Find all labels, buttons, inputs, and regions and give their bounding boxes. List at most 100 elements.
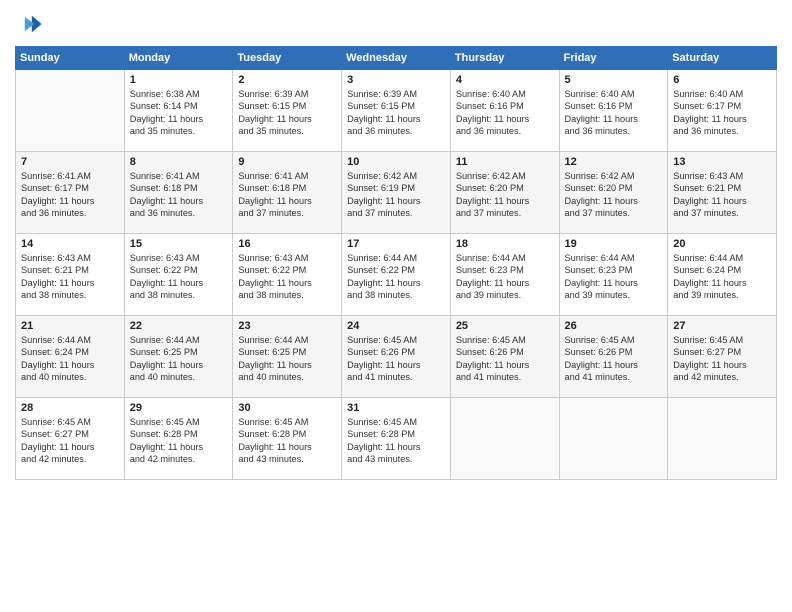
day-info: Sunrise: 6:43 AMSunset: 6:21 PMDaylight:… — [673, 170, 771, 220]
day-info: Sunrise: 6:41 AMSunset: 6:18 PMDaylight:… — [130, 170, 228, 220]
day-number: 8 — [130, 156, 228, 168]
calendar-cell: 3 Sunrise: 6:39 AMSunset: 6:15 PMDaylight… — [342, 70, 451, 152]
calendar-cell: 20 Sunrise: 6:44 AMSunset: 6:24 PMDayligh… — [668, 234, 777, 316]
day-number: 4 — [456, 74, 554, 86]
day-info: Sunrise: 6:43 AMSunset: 6:22 PMDaylight:… — [238, 252, 336, 302]
calendar-cell: 12Sunrise: 6:42 AMSunset: 6:20 PMDayligh… — [559, 152, 668, 234]
calendar-cell: 23 Sunrise: 6:44 AMSunset: 6:25 PMDayligh… — [233, 316, 342, 398]
day-info: Sunrise: 6:45 AMSunset: 6:27 PMDaylight:… — [21, 416, 119, 466]
day-number: 16 — [238, 238, 336, 250]
day-info: Sunrise: 6:44 AMSunset: 6:23 PMDaylight:… — [565, 252, 663, 302]
calendar-week-row: 7 Sunrise: 6:41 AMSunset: 6:17 PMDaylight… — [16, 152, 777, 234]
day-number: 23 — [238, 320, 336, 332]
day-number: 22 — [130, 320, 228, 332]
day-number: 29 — [130, 402, 228, 414]
calendar-cell: 8 Sunrise: 6:41 AMSunset: 6:18 PMDaylight… — [124, 152, 233, 234]
day-info: Sunrise: 6:39 AMSunset: 6:15 PMDaylight:… — [347, 88, 445, 138]
day-info: Sunrise: 6:45 AMSunset: 6:26 PMDaylight:… — [347, 334, 445, 384]
page: SundayMondayTuesdayWednesdayThursdayFrid… — [0, 0, 792, 612]
calendar-cell: 7 Sunrise: 6:41 AMSunset: 6:17 PMDaylight… — [16, 152, 125, 234]
logo-icon — [15, 10, 43, 38]
calendar-cell: 31Sunrise: 6:45 AMSunset: 6:28 PMDayligh… — [342, 398, 451, 480]
calendar-cell: 21 Sunrise: 6:44 AMSunset: 6:24 PMDayligh… — [16, 316, 125, 398]
calendar-week-row: 14 Sunrise: 6:43 AMSunset: 6:21 PMDayligh… — [16, 234, 777, 316]
day-info: Sunrise: 6:40 AMSunset: 6:16 PMDaylight:… — [456, 88, 554, 138]
calendar-cell: 10 Sunrise: 6:42 AMSunset: 6:19 PMDayligh… — [342, 152, 451, 234]
day-number: 2 — [238, 74, 336, 86]
calendar-cell: 28 Sunrise: 6:45 AMSunset: 6:27 PMDayligh… — [16, 398, 125, 480]
calendar-cell: 2 Sunrise: 6:39 AMSunset: 6:15 PMDaylight… — [233, 70, 342, 152]
day-number: 1 — [130, 74, 228, 86]
weekday-header-monday: Monday — [124, 47, 233, 70]
day-info: Sunrise: 6:41 AMSunset: 6:18 PMDaylight:… — [238, 170, 336, 220]
calendar-cell — [16, 70, 125, 152]
day-info: Sunrise: 6:44 AMSunset: 6:24 PMDaylight:… — [673, 252, 771, 302]
day-number: 28 — [21, 402, 119, 414]
weekday-header-thursday: Thursday — [450, 47, 559, 70]
calendar-cell: 1 Sunrise: 6:38 AMSunset: 6:14 PMDaylight… — [124, 70, 233, 152]
day-number: 13 — [673, 156, 771, 168]
day-info: Sunrise: 6:44 AMSunset: 6:25 PMDaylight:… — [130, 334, 228, 384]
day-info: Sunrise: 6:45 AMSunset: 6:27 PMDaylight:… — [673, 334, 771, 384]
weekday-header-row: SundayMondayTuesdayWednesdayThursdayFrid… — [16, 47, 777, 70]
calendar-cell: 9 Sunrise: 6:41 AMSunset: 6:18 PMDaylight… — [233, 152, 342, 234]
day-number: 11 — [456, 156, 554, 168]
calendar-cell: 13 Sunrise: 6:43 AMSunset: 6:21 PMDayligh… — [668, 152, 777, 234]
calendar-cell: 11 Sunrise: 6:42 AMSunset: 6:20 PMDayligh… — [450, 152, 559, 234]
day-number: 10 — [347, 156, 445, 168]
calendar-cell — [668, 398, 777, 480]
calendar-cell: 18Sunrise: 6:44 AMSunset: 6:23 PMDayligh… — [450, 234, 559, 316]
calendar-cell: 24 Sunrise: 6:45 AMSunset: 6:26 PMDayligh… — [342, 316, 451, 398]
day-number: 27 — [673, 320, 771, 332]
day-info: Sunrise: 6:45 AMSunset: 6:28 PMDaylight:… — [238, 416, 336, 466]
day-number: 21 — [21, 320, 119, 332]
day-number: 12 — [565, 156, 663, 168]
calendar-week-row: 28 Sunrise: 6:45 AMSunset: 6:27 PMDayligh… — [16, 398, 777, 480]
calendar-cell: 29Sunrise: 6:45 AMSunset: 6:28 PMDayligh… — [124, 398, 233, 480]
day-info: Sunrise: 6:43 AMSunset: 6:21 PMDaylight:… — [21, 252, 119, 302]
logo — [15, 10, 47, 38]
calendar-cell — [559, 398, 668, 480]
calendar-cell: 17Sunrise: 6:44 AMSunset: 6:22 PMDayligh… — [342, 234, 451, 316]
day-number: 31 — [347, 402, 445, 414]
day-info: Sunrise: 6:40 AMSunset: 6:17 PMDaylight:… — [673, 88, 771, 138]
day-number: 5 — [565, 74, 663, 86]
day-number: 3 — [347, 74, 445, 86]
calendar-cell: 27 Sunrise: 6:45 AMSunset: 6:27 PMDayligh… — [668, 316, 777, 398]
weekday-header-friday: Friday — [559, 47, 668, 70]
day-info: Sunrise: 6:41 AMSunset: 6:17 PMDaylight:… — [21, 170, 119, 220]
day-number: 14 — [21, 238, 119, 250]
calendar-cell: 4 Sunrise: 6:40 AMSunset: 6:16 PMDaylight… — [450, 70, 559, 152]
calendar-cell: 6 Sunrise: 6:40 AMSunset: 6:17 PMDaylight… — [668, 70, 777, 152]
calendar-cell — [450, 398, 559, 480]
header — [15, 10, 777, 38]
calendar-cell: 26 Sunrise: 6:45 AMSunset: 6:26 PMDayligh… — [559, 316, 668, 398]
calendar-cell: 14 Sunrise: 6:43 AMSunset: 6:21 PMDayligh… — [16, 234, 125, 316]
day-number: 24 — [347, 320, 445, 332]
day-number: 19 — [565, 238, 663, 250]
calendar-cell: 5Sunrise: 6:40 AMSunset: 6:16 PMDaylight… — [559, 70, 668, 152]
day-info: Sunrise: 6:45 AMSunset: 6:26 PMDaylight:… — [565, 334, 663, 384]
day-number: 6 — [673, 74, 771, 86]
day-number: 20 — [673, 238, 771, 250]
calendar-cell: 22 Sunrise: 6:44 AMSunset: 6:25 PMDayligh… — [124, 316, 233, 398]
calendar-cell: 30 Sunrise: 6:45 AMSunset: 6:28 PMDayligh… — [233, 398, 342, 480]
calendar-cell: 25Sunrise: 6:45 AMSunset: 6:26 PMDayligh… — [450, 316, 559, 398]
calendar-table: SundayMondayTuesdayWednesdayThursdayFrid… — [15, 46, 777, 480]
calendar-week-row: 1 Sunrise: 6:38 AMSunset: 6:14 PMDaylight… — [16, 70, 777, 152]
day-info: Sunrise: 6:45 AMSunset: 6:26 PMDaylight:… — [456, 334, 554, 384]
weekday-header-tuesday: Tuesday — [233, 47, 342, 70]
day-number: 9 — [238, 156, 336, 168]
day-number: 18 — [456, 238, 554, 250]
day-info: Sunrise: 6:44 AMSunset: 6:25 PMDaylight:… — [238, 334, 336, 384]
day-info: Sunrise: 6:38 AMSunset: 6:14 PMDaylight:… — [130, 88, 228, 138]
day-info: Sunrise: 6:44 AMSunset: 6:24 PMDaylight:… — [21, 334, 119, 384]
day-info: Sunrise: 6:39 AMSunset: 6:15 PMDaylight:… — [238, 88, 336, 138]
calendar-cell: 19 Sunrise: 6:44 AMSunset: 6:23 PMDayligh… — [559, 234, 668, 316]
day-info: Sunrise: 6:42 AMSunset: 6:20 PMDaylight:… — [456, 170, 554, 220]
day-number: 26 — [565, 320, 663, 332]
day-number: 17 — [347, 238, 445, 250]
day-number: 7 — [21, 156, 119, 168]
day-info: Sunrise: 6:42 AMSunset: 6:19 PMDaylight:… — [347, 170, 445, 220]
day-number: 30 — [238, 402, 336, 414]
